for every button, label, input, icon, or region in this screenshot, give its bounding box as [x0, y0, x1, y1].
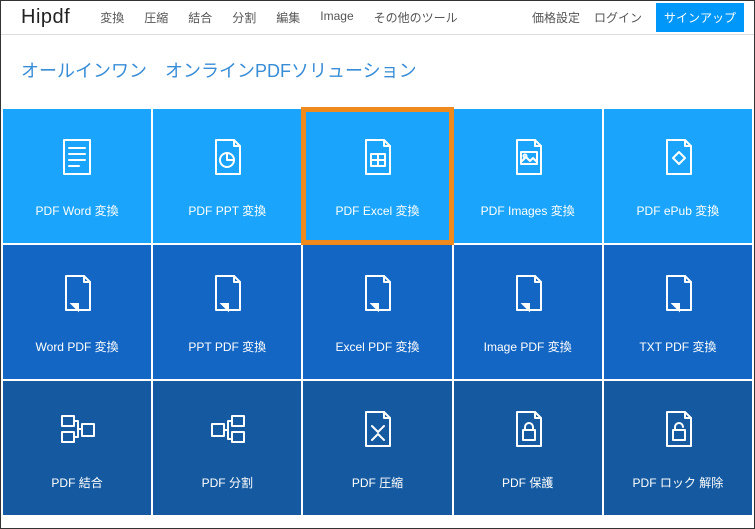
tile-label: PPT PDF 変換	[188, 338, 266, 355]
tile-ppt-pdf[interactable]: PPT PDF 変換	[153, 245, 301, 379]
nav-edit[interactable]: 編集	[276, 9, 300, 26]
tile-split[interactable]: PDF 分割	[153, 381, 301, 515]
tile-excel-pdf[interactable]: Excel PDF 変換	[303, 245, 451, 379]
nav-login[interactable]: ログイン	[594, 9, 642, 26]
doc-fold-icon	[204, 270, 250, 316]
unlock-icon	[655, 406, 701, 452]
tile-txt-pdf[interactable]: TXT PDF 変換	[604, 245, 752, 379]
tile-word-pdf[interactable]: Word PDF 変換	[3, 245, 151, 379]
tile-pdf-word[interactable]: PDF Word 変換	[3, 109, 151, 243]
doc-fold-icon	[354, 270, 400, 316]
doc-diamond-icon	[655, 134, 701, 180]
tile-merge[interactable]: PDF 結合	[3, 381, 151, 515]
tile-label: Excel PDF 変換	[335, 338, 419, 355]
tile-label: Word PDF 変換	[36, 338, 119, 355]
doc-lines-icon	[54, 134, 100, 180]
tile-pdf-images[interactable]: PDF Images 変換	[454, 109, 602, 243]
topbar: Hipdf 変換 圧縮 結合 分割 編集 Image その他のツール 価格設定 …	[1, 1, 754, 35]
compress-icon	[354, 406, 400, 452]
tile-label: PDF 保護	[502, 474, 553, 491]
tile-compress[interactable]: PDF 圧縮	[303, 381, 451, 515]
tile-pdf-excel[interactable]: PDF Excel 変換	[303, 109, 451, 243]
doc-pie-icon	[204, 134, 250, 180]
tile-label: PDF ロック 解除	[633, 474, 724, 491]
doc-fold-icon	[655, 270, 701, 316]
tile-label: PDF PPT 変換	[188, 202, 266, 219]
nav-split[interactable]: 分割	[232, 9, 256, 26]
right-nav: 価格設定 ログイン サインアップ	[532, 3, 744, 32]
tile-label: PDF Word 変換	[36, 202, 119, 219]
nav-convert[interactable]: 変換	[100, 9, 124, 26]
tile-unlock[interactable]: PDF ロック 解除	[604, 381, 752, 515]
tile-protect[interactable]: PDF 保護	[454, 381, 602, 515]
nav-pricing[interactable]: 価格設定	[532, 9, 580, 26]
nav-compress[interactable]: 圧縮	[144, 9, 168, 26]
tool-grid: PDF Word 変換 PDF PPT 変換 PDF Excel 変換 PDF Ima…	[1, 109, 754, 515]
page-title: オールインワン オンラインPDFソリューション	[1, 35, 754, 109]
tile-label: PDF 圧縮	[352, 474, 403, 491]
tile-pdf-ppt[interactable]: PDF PPT 変換	[153, 109, 301, 243]
lock-icon	[505, 406, 551, 452]
nav-signup[interactable]: サインアップ	[656, 3, 744, 32]
doc-grid-icon	[354, 134, 400, 180]
tile-label: PDF 分割	[202, 474, 253, 491]
tile-label: TXT PDF 変換	[639, 338, 716, 355]
logo: Hipdf	[21, 6, 70, 29]
doc-fold-icon	[505, 270, 551, 316]
tile-label: PDF ePub 変換	[637, 202, 720, 219]
tile-label: PDF Images 変換	[481, 202, 575, 219]
split-icon	[204, 406, 250, 452]
tile-label: Image PDF 変換	[484, 338, 572, 355]
nav-merge[interactable]: 結合	[188, 9, 212, 26]
merge-icon	[54, 406, 100, 452]
tile-label: PDF Excel 変換	[335, 202, 419, 219]
doc-fold-icon	[54, 270, 100, 316]
main-nav: 変換 圧縮 結合 分割 編集 Image その他のツール	[100, 9, 532, 26]
tile-pdf-epub[interactable]: PDF ePub 変換	[604, 109, 752, 243]
nav-image[interactable]: Image	[320, 9, 353, 26]
doc-image-icon	[505, 134, 551, 180]
tile-label: PDF 結合	[51, 474, 102, 491]
nav-other[interactable]: その他のツール	[374, 9, 458, 26]
tile-image-pdf[interactable]: Image PDF 変換	[454, 245, 602, 379]
